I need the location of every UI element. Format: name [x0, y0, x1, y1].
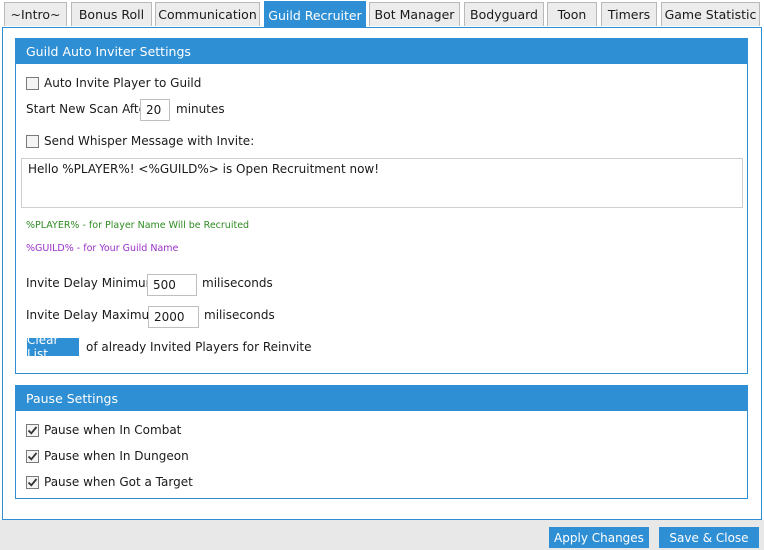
scan-interval-unit: minutes [176, 102, 225, 116]
checkbox-box[interactable] [26, 449, 39, 463]
whisper-message-textarea[interactable]: Hello %PLAYER%! <%GUILD%> is Open Recrui… [21, 158, 743, 208]
auto-invite-checkbox[interactable]: Auto Invite Player to Guild [26, 75, 201, 91]
pause-in-dungeon-label: Pause when In Dungeon [44, 449, 189, 463]
checkbox-box[interactable] [26, 475, 39, 489]
whisper-label: Send Whisper Message with Invite: [44, 134, 255, 148]
tab-intro[interactable]: ~Intro~ [4, 2, 67, 26]
checkbox-box[interactable] [26, 134, 39, 148]
scan-interval-label: Start New Scan After [26, 102, 151, 116]
delay-min-input[interactable]: 500 [147, 274, 197, 296]
pause-got-target-label: Pause when Got a Target [44, 475, 193, 489]
scan-interval-input[interactable]: 20 [140, 99, 170, 121]
pause-got-target-checkbox[interactable]: Pause when Got a Target [26, 474, 193, 490]
pause-in-dungeon-checkbox[interactable]: Pause when In Dungeon [26, 448, 189, 464]
footer-bar [0, 520, 764, 550]
player-placeholder-hint: %PLAYER% - for Player Name Will be Recru… [26, 220, 250, 231]
delay-max-label: Invite Delay Maximum [26, 308, 161, 322]
delay-max-input[interactable]: 2000 [148, 306, 199, 328]
tab-bot-manager[interactable]: Bot Manager [369, 2, 460, 26]
pause-settings-title: Pause Settings [16, 386, 747, 411]
tab-game-statistic[interactable]: Game Statistic [661, 2, 760, 26]
checkmark-icon [27, 451, 38, 461]
checkbox-box[interactable] [26, 423, 39, 437]
delay-max-unit: miliseconds [204, 308, 275, 322]
guild-placeholder-hint: %GUILD% - for Your Guild Name [26, 243, 179, 254]
checkbox-box[interactable] [26, 76, 39, 90]
tab-bar: ~Intro~ Bonus Roll Communication Guild R… [0, 0, 764, 28]
clear-list-button[interactable]: Clear List [27, 333, 79, 361]
tab-guild-recruiter[interactable]: Guild Recruiter [264, 1, 366, 28]
tab-toon[interactable]: Toon [547, 2, 597, 26]
checkmark-icon [27, 477, 38, 487]
whisper-checkbox[interactable]: Send Whisper Message with Invite: [26, 133, 254, 149]
checkmark-icon [27, 425, 38, 435]
tab-timers[interactable]: Timers [601, 2, 657, 26]
delay-min-label: Invite Delay Minimum [26, 276, 158, 290]
auto-invite-label: Auto Invite Player to Guild [44, 76, 202, 90]
clear-list-description: of already Invited Players for Reinvite [86, 340, 312, 354]
tab-bodyguard[interactable]: Bodyguard [464, 2, 544, 26]
tab-bonus-roll[interactable]: Bonus Roll [71, 2, 152, 26]
apply-changes-button[interactable]: Apply Changes [549, 527, 649, 548]
save-and-close-button[interactable]: Save & Close [659, 527, 759, 548]
pause-in-combat-label: Pause when In Combat [44, 423, 182, 437]
guild-auto-inviter-title: Guild Auto Inviter Settings [16, 39, 747, 64]
delay-min-unit: miliseconds [202, 276, 273, 290]
pause-in-combat-checkbox[interactable]: Pause when In Combat [26, 422, 181, 438]
tab-communication[interactable]: Communication [155, 2, 260, 26]
